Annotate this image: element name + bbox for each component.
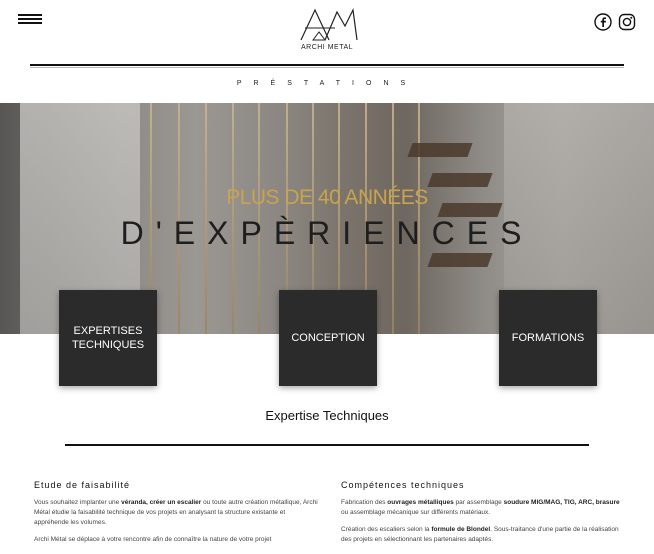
column-paragraph: Création des escaliers selon la formule … xyxy=(341,526,619,543)
menu-hamburger-icon[interactable] xyxy=(18,14,42,24)
header-divider-thin xyxy=(30,67,624,68)
column-competences: Compétences techniques Fabrication des o… xyxy=(341,480,625,552)
hero-title: D'EXPÈRIENCES xyxy=(120,215,534,251)
card-label: FORMATIONS xyxy=(511,332,585,344)
section-divider xyxy=(65,444,589,446)
card-label: CONCEPTION xyxy=(291,332,365,344)
hero-stair-step xyxy=(427,253,493,267)
column-paragraph: Archi Métal se déplace à votre rencontre… xyxy=(34,536,272,543)
logo[interactable]: ARCHI METAL xyxy=(290,6,364,56)
logo-mark-icon xyxy=(300,7,358,41)
card-expertises-techniques[interactable]: EXPERTISES TECHNIQUES xyxy=(59,290,157,386)
card-formations[interactable]: FORMATIONS xyxy=(499,290,597,386)
column-faisabilite: Etude de faisabilité Vous souhaitez impl… xyxy=(34,480,318,552)
card-conception[interactable]: CONCEPTION xyxy=(279,290,377,386)
facebook-icon[interactable] xyxy=(594,13,612,31)
nav-prestations-link[interactable]: PRÉSTATIONS xyxy=(0,80,654,87)
column-paragraph: Vous souhaitez implanter une véranda, cr… xyxy=(34,499,318,526)
column-paragraph: Fabrication des ouvrages métalliques par… xyxy=(341,499,620,516)
section-title: Expertise Techniques xyxy=(265,408,389,423)
header-divider xyxy=(30,64,624,66)
hero-stair-step xyxy=(427,173,493,187)
column-heading: Compétences techniques xyxy=(341,480,465,490)
logo-text: ARCHI METAL xyxy=(300,44,354,51)
column-heading: Etude de faisabilité xyxy=(34,480,131,490)
hero-subtitle: PLUS DE 40 ANNÉES xyxy=(226,186,428,209)
instagram-icon[interactable] xyxy=(618,13,636,31)
hero-stair-step xyxy=(407,143,473,157)
card-label: EXPERTISES TECHNIQUES xyxy=(71,325,145,351)
social-links xyxy=(594,13,636,31)
